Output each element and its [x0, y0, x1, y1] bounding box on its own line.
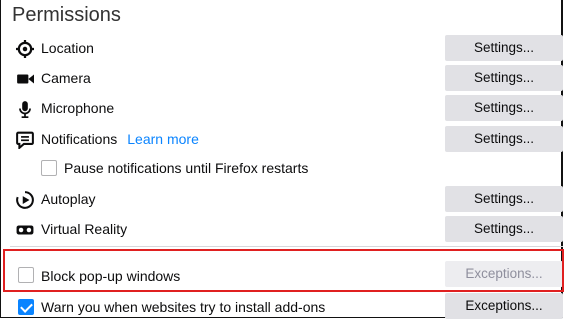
notifications-label-text: Notifications [41, 131, 118, 147]
location-settings-button[interactable]: Settings... [445, 35, 563, 61]
warn-addons-row: Warn you when websites try to install ad… [0, 291, 566, 321]
notifications-label: Notifications Learn more [41, 131, 199, 147]
microphone-icon [19, 101, 31, 118]
virtual-reality-settings-button[interactable]: Settings... [445, 216, 563, 242]
highlight-box [3, 249, 564, 292]
permission-row-autoplay: Autoplay Settings... [0, 184, 566, 214]
section-title: Permissions [12, 4, 121, 26]
pause-notifications-label: Pause notifications until Firefox restar… [64, 160, 309, 176]
learn-more-link[interactable]: Learn more [127, 131, 199, 147]
warn-addons-label: Warn you when websites try to install ad… [41, 299, 326, 315]
camera-settings-button[interactable]: Settings... [445, 65, 563, 91]
autoplay-icon [16, 191, 34, 209]
notifications-icon [16, 131, 34, 149]
permission-row-location: Location Settings... [0, 33, 566, 63]
separator [10, 246, 563, 247]
pause-notifications-row: Pause notifications until Firefox restar… [0, 155, 566, 185]
warn-addons-exceptions-button[interactable]: Exceptions... [445, 293, 563, 319]
warn-addons-checkbox[interactable] [18, 299, 34, 315]
permission-row-notifications: Notifications Learn more Settings... [0, 124, 566, 154]
autoplay-settings-button[interactable]: Settings... [445, 186, 563, 212]
microphone-settings-button[interactable]: Settings... [445, 95, 563, 121]
permission-row-microphone: Microphone Settings... [0, 93, 566, 123]
location-icon [16, 40, 34, 58]
virtual-reality-label: Virtual Reality [41, 221, 128, 237]
autoplay-label: Autoplay [41, 191, 96, 207]
pause-notifications-checkbox[interactable] [41, 160, 57, 176]
camera-icon [17, 74, 34, 84]
permission-row-virtual-reality: Virtual Reality Settings... [0, 214, 566, 244]
virtual-reality-icon [16, 225, 34, 235]
notifications-settings-button[interactable]: Settings... [445, 126, 563, 152]
location-label: Location [41, 40, 94, 56]
camera-label: Camera [41, 70, 91, 86]
permission-row-camera: Camera Settings... [0, 63, 566, 93]
microphone-label: Microphone [41, 100, 115, 116]
